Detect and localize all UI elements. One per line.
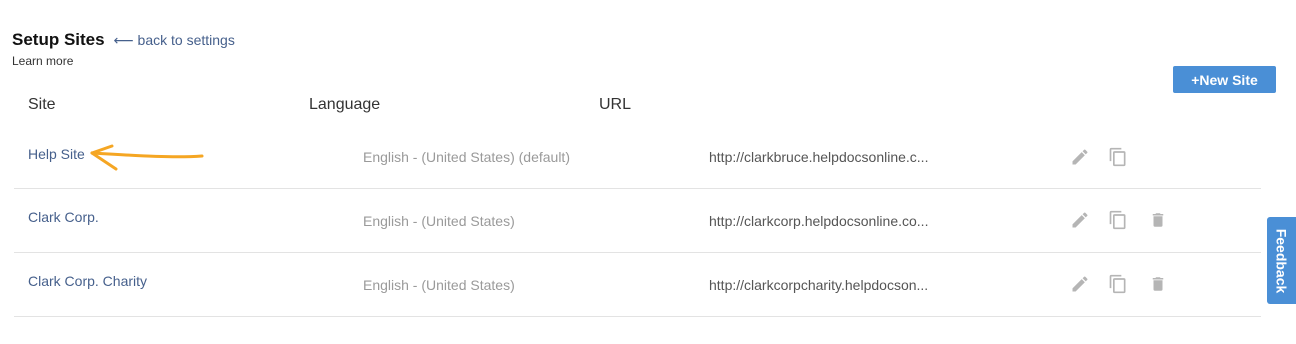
annotation-arrow-icon [90,144,204,171]
table-row: Clark Corp. Charity English - (United St… [14,252,1261,317]
site-url: http://clarkcorp.helpdocsonline.co... [709,213,929,229]
site-language: English - (United States) [363,213,515,229]
site-url: http://clarkcorpcharity.helpdocson... [709,277,929,293]
copy-icon[interactable] [1107,273,1129,295]
feedback-tab[interactable]: Feedback [1267,217,1296,304]
copy-icon[interactable] [1107,146,1129,168]
site-language: English - (United States) [363,277,515,293]
edit-icon[interactable] [1069,273,1091,295]
feedback-label: Feedback [1273,228,1290,293]
edit-icon[interactable] [1069,146,1091,168]
trash-icon[interactable] [1147,273,1169,295]
edit-icon[interactable] [1069,209,1091,231]
site-name-link[interactable]: Clark Corp. [28,209,99,225]
learn-more-link[interactable]: Learn more [12,54,235,68]
trash-icon[interactable] [1147,209,1169,231]
site-language: English - (United States) (default) [363,149,570,165]
site-name-link[interactable]: Clark Corp. Charity [28,273,147,289]
column-header-language: Language [309,96,381,113]
page-header: Setup Sites ⟵ back to settings Learn mor… [12,30,235,68]
new-site-button[interactable]: +New Site [1173,66,1276,93]
back-to-settings-link[interactable]: ⟵ back to settings [114,32,235,49]
column-header-url: URL [599,96,632,113]
title-line: Setup Sites ⟵ back to settings [12,30,235,50]
table-row: Clark Corp. English - (United States) ht… [14,188,1261,253]
page-title: Setup Sites [12,30,105,49]
copy-icon[interactable] [1107,209,1129,231]
site-name-link[interactable]: Help Site [28,146,85,162]
site-url: http://clarkbruce.helpdocsonline.c... [709,149,929,165]
column-header-site: Site [28,96,56,113]
